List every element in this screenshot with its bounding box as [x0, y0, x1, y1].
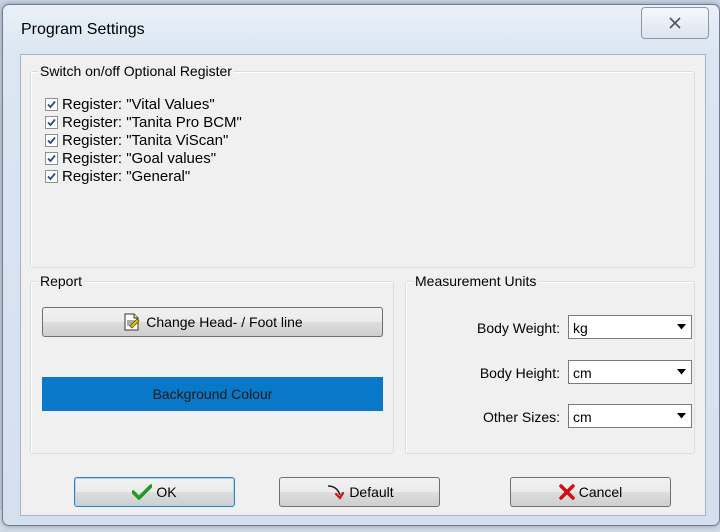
window-title: Program Settings — [21, 21, 145, 38]
other-sizes-value: cm — [573, 409, 592, 425]
page-setup-icon — [124, 313, 140, 331]
cancel-label: Cancel — [578, 484, 623, 500]
register-tanita-pro-bcm-checkbox[interactable]: Register: "Tanita Pro BCM" — [45, 113, 242, 131]
checkbox-checked-icon — [45, 169, 58, 183]
ok-button[interactable]: OK — [74, 477, 235, 507]
cancel-button[interactable]: Cancel — [510, 477, 671, 507]
checkbox-checked-icon — [45, 151, 58, 165]
register-group: Switch on/off Optional Register Register… — [30, 63, 695, 268]
other-sizes-label: Other Sizes: — [482, 409, 560, 425]
body-height-select[interactable]: cm — [568, 360, 692, 384]
checkbox-checked-icon — [45, 133, 58, 147]
checkmark-icon — [132, 484, 153, 500]
change-head-foot-line-label: Change Head- / Foot line — [146, 314, 303, 330]
register-vital-values-label: Register: "Vital Values" — [62, 95, 215, 113]
body-height-label: Body Height: — [479, 365, 560, 381]
register-general-label: Register: "General" — [62, 167, 191, 185]
close-x-icon — [558, 484, 575, 500]
reset-icon — [328, 485, 345, 500]
register-tanita-viscan-label: Register: "Tanita ViScan" — [62, 131, 229, 149]
background-colour-label: Background Colour — [152, 386, 273, 402]
measurement-units-group: Measurement Units Body Weight: kg Body H… — [405, 273, 695, 454]
checkbox-checked-icon — [45, 115, 58, 129]
chevron-down-icon — [677, 413, 686, 419]
measurement-units-legend: Measurement Units — [413, 273, 539, 289]
title-bar: Program Settings — [3, 5, 719, 55]
other-sizes-select[interactable]: cm — [568, 404, 692, 428]
chevron-down-icon — [677, 369, 686, 375]
register-general-checkbox[interactable]: Register: "General" — [45, 167, 190, 185]
dialog-body: Switch on/off Optional Register Register… — [20, 54, 706, 516]
close-icon — [669, 17, 681, 29]
register-goal-values-checkbox[interactable]: Register: "Goal values" — [45, 149, 216, 167]
background-colour-button[interactable]: Background Colour — [42, 377, 383, 411]
register-group-legend: Switch on/off Optional Register — [38, 63, 234, 79]
checkbox-checked-icon — [45, 97, 58, 111]
body-weight-select[interactable]: kg — [568, 315, 692, 339]
register-tanita-viscan-checkbox[interactable]: Register: "Tanita ViScan" — [45, 131, 228, 149]
ok-label: OK — [156, 484, 177, 500]
report-group: Report Change Head- / Foot line Backgrou… — [30, 273, 394, 454]
change-head-foot-line-button[interactable]: Change Head- / Foot line — [42, 307, 383, 337]
register-tanita-pro-bcm-label: Register: "Tanita Pro BCM" — [62, 113, 242, 131]
close-button[interactable] — [641, 7, 709, 39]
report-group-legend: Report — [38, 273, 85, 289]
program-settings-dialog: Program Settings Switch on/off Optional … — [2, 4, 720, 526]
chevron-down-icon — [677, 324, 686, 330]
default-label: Default — [349, 484, 394, 500]
body-weight-label: Body Weight: — [476, 320, 560, 336]
body-weight-value: kg — [573, 320, 588, 336]
register-goal-values-label: Register: "Goal values" — [62, 149, 217, 167]
register-vital-values-checkbox[interactable]: Register: "Vital Values" — [45, 95, 215, 113]
body-height-value: cm — [573, 365, 592, 381]
default-button[interactable]: Default — [279, 477, 440, 507]
